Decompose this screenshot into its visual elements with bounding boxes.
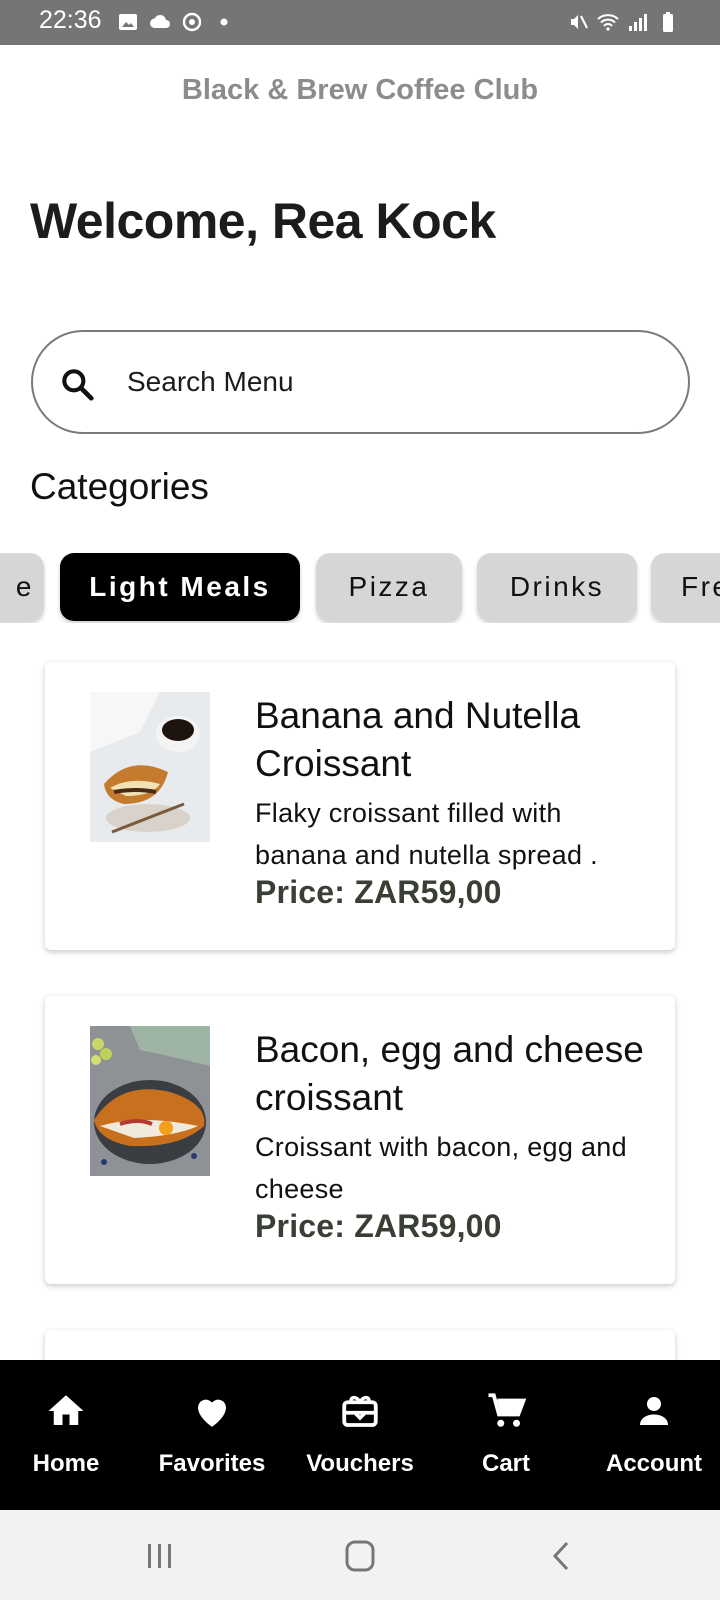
product-image-bacon-croissant bbox=[90, 1026, 210, 1176]
system-nav-bar bbox=[0, 1510, 720, 1600]
status-left-icons bbox=[116, 10, 236, 34]
product-price: Price: ZAR59,00 bbox=[255, 874, 502, 910]
nav-item-account[interactable]: Account bbox=[588, 1360, 720, 1510]
nav-label: Home bbox=[32, 1450, 100, 1477]
status-time: 22:36 bbox=[39, 6, 102, 34]
product-description: Croissant with bacon, egg and cheese bbox=[255, 1132, 627, 1204]
home-icon bbox=[48, 1395, 84, 1425]
croissant-photo bbox=[90, 1026, 210, 1176]
product-description: Flaky croissant filled with banana and n… bbox=[255, 798, 598, 870]
nav-item-cart[interactable]: Cart bbox=[440, 1360, 572, 1510]
back-icon[interactable] bbox=[542, 1538, 582, 1574]
image-icon bbox=[119, 14, 137, 30]
dot-icon bbox=[220, 18, 228, 26]
nav-item-vouchers[interactable]: Vouchers bbox=[294, 1360, 426, 1510]
cloud-icon bbox=[150, 14, 170, 29]
nav-label: Favorites bbox=[158, 1450, 266, 1477]
status-right-icons bbox=[566, 10, 680, 34]
category-chip[interactable]: Fre bbox=[651, 553, 720, 621]
product-name: Banana and Nutella Croissant bbox=[255, 695, 581, 784]
bottom-nav: Home Favorites Vouchers Cart Account bbox=[0, 1360, 720, 1510]
sync-icon bbox=[182, 12, 202, 32]
nav-item-home[interactable]: Home bbox=[0, 1360, 132, 1510]
heart-icon bbox=[198, 1399, 226, 1427]
category-chip-drinks[interactable]: Drinks bbox=[477, 553, 637, 621]
nav-label: Account bbox=[606, 1450, 702, 1477]
product-image-croissant-nutella bbox=[90, 692, 210, 842]
gift-card-icon bbox=[342, 1395, 378, 1427]
category-chip-pizza[interactable]: Pizza bbox=[316, 553, 462, 621]
croissant-photo bbox=[90, 692, 210, 842]
recents-icon[interactable] bbox=[140, 1538, 180, 1574]
signal-icon bbox=[629, 14, 647, 31]
product-card[interactable]: Bacon, egg and cheese croissant Croissan… bbox=[45, 996, 675, 1284]
nav-label: Vouchers bbox=[306, 1450, 414, 1477]
category-chip-light-meals[interactable]: Light Meals bbox=[60, 553, 300, 621]
search-icon bbox=[62, 369, 94, 401]
categories-title: Categories bbox=[30, 466, 209, 507]
product-name: Bacon, egg and cheese croissant bbox=[255, 1029, 644, 1118]
person-icon bbox=[640, 1397, 668, 1425]
wifi-icon bbox=[597, 14, 619, 31]
category-chip[interactable]: e bbox=[0, 553, 44, 621]
nav-label: Cart bbox=[481, 1450, 530, 1477]
battery-icon bbox=[663, 12, 673, 32]
app-title: Black & Brew Coffee Club bbox=[181, 74, 539, 106]
nav-item-favorites[interactable]: Favorites bbox=[146, 1360, 278, 1510]
welcome-heading: Welcome, Rea Kock bbox=[30, 193, 496, 249]
app-screen: 22:36 Black & Brew Coffee Club Welcome, … bbox=[0, 0, 720, 1600]
cart-icon bbox=[488, 1393, 527, 1427]
home-circle-icon[interactable] bbox=[340, 1538, 380, 1574]
product-card[interactable]: Banana and Nutella Croissant Flaky crois… bbox=[45, 662, 675, 950]
search-input[interactable]: Search Menu bbox=[31, 330, 690, 434]
product-price: Price: ZAR59,00 bbox=[255, 1208, 502, 1244]
category-chip-row[interactable]: e Light Meals Pizza Drinks Fre bbox=[0, 553, 720, 623]
status-bar: 22:36 bbox=[0, 0, 720, 45]
search-placeholder: Search Menu bbox=[127, 366, 294, 397]
mute-icon bbox=[571, 15, 588, 29]
